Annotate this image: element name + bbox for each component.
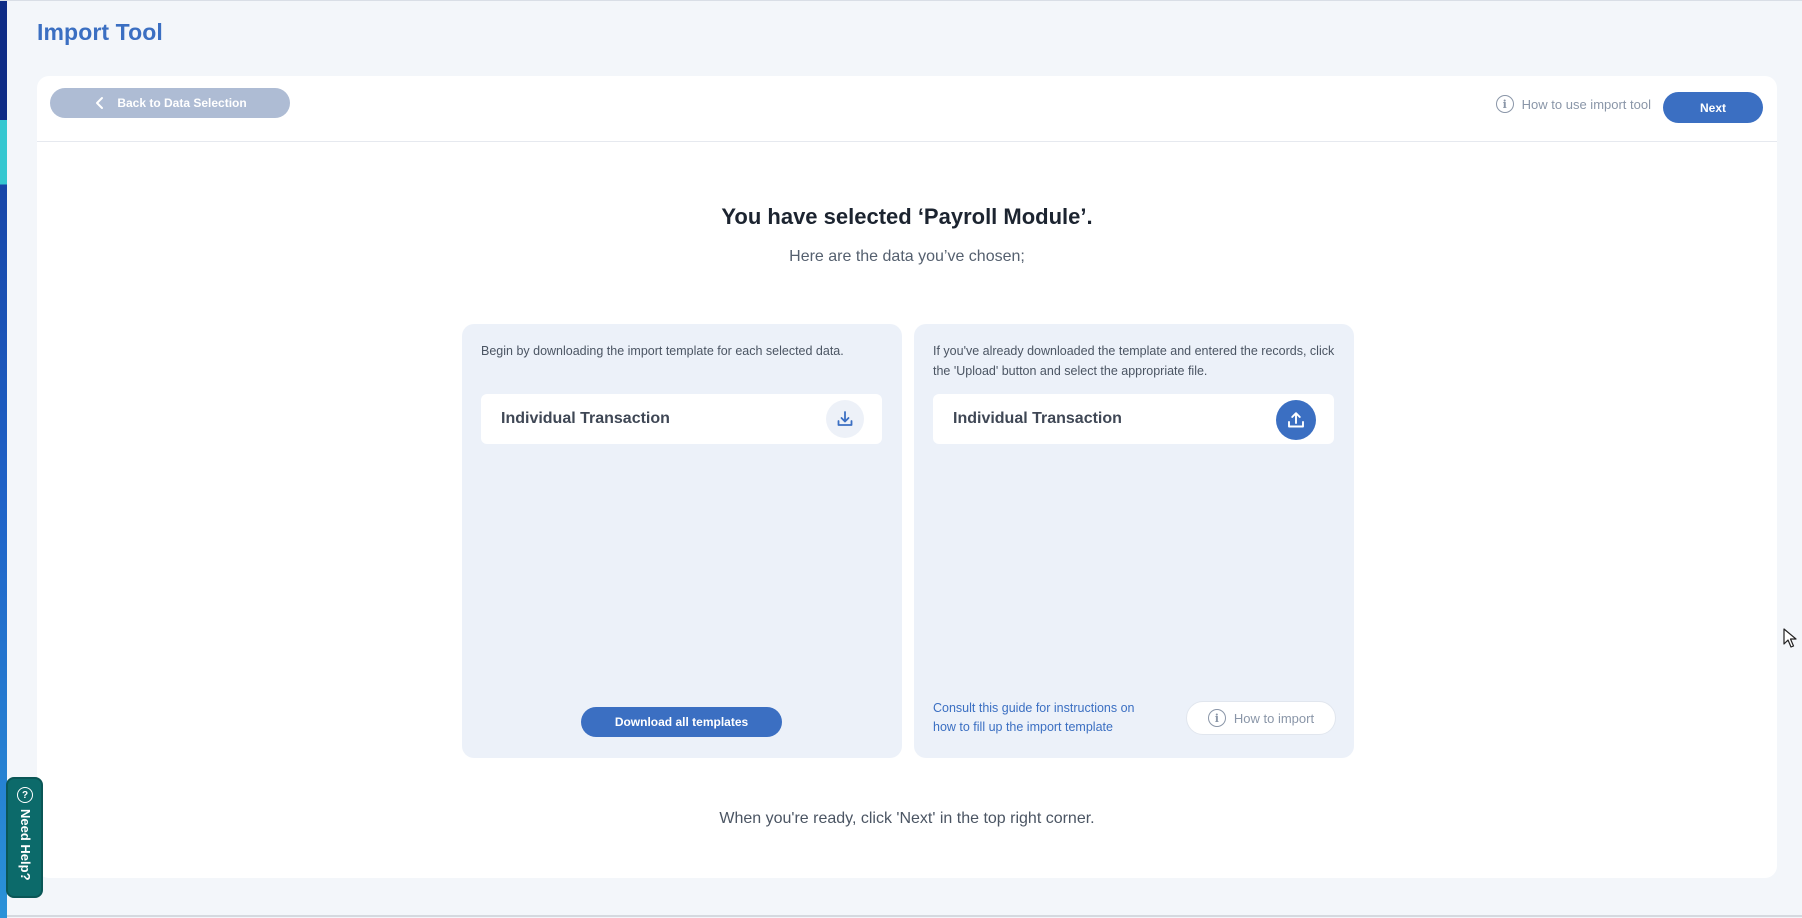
back-button-label: Back to Data Selection [117,96,247,110]
next-button[interactable]: Next [1663,92,1763,123]
how-to-import-button[interactable]: i How to import [1186,701,1336,735]
upload-panel: If you've already downloaded the templat… [914,324,1354,758]
app-frame: Import Tool Back to Data Selection i How… [0,0,1802,918]
back-to-data-selection-button[interactable]: Back to Data Selection [50,88,290,118]
import-card: Back to Data Selection i How to use impo… [37,76,1777,878]
download-panel-description: Begin by downloading the import template… [481,344,844,358]
download-all-templates-button[interactable]: Download all templates [581,707,782,737]
need-help-label: Need Help? [18,809,33,881]
info-icon: i [1495,95,1514,113]
download-icon [837,411,853,426]
chevron-left-icon [96,97,104,109]
how-to-import-label: How to import [1233,710,1315,726]
how-to-use-label: How to use import tool [1521,96,1651,112]
upload-item-label: Individual Transaction [953,410,1122,427]
mouse-cursor-icon [1783,628,1797,648]
upload-item-row: Individual Transaction [933,394,1334,444]
download-template-button[interactable] [826,400,864,438]
import-guide-link[interactable]: Consult this guide for instructions on h… [933,699,1153,737]
page-title: Import Tool [37,19,163,45]
upload-panel-description: If you've already downloaded the templat… [933,344,1335,378]
need-help-tab[interactable]: ? Need Help? [6,777,43,898]
upload-file-button[interactable] [1276,400,1316,440]
info-icon: i [1207,709,1226,727]
ready-instruction: When you're ready, click 'Next' in the t… [719,810,1095,827]
download-item-row: Individual Transaction [481,394,882,444]
how-to-use-import-tool-link[interactable]: i How to use import tool [1495,95,1651,113]
upload-icon [1288,412,1304,428]
download-panel: Begin by downloading the import template… [462,324,902,758]
toolbar: Back to Data Selection i How to use impo… [37,76,1777,142]
download-item-label: Individual Transaction [501,410,670,427]
selection-subheading: Here are the data you’ve chosen; [789,248,1025,265]
question-icon: ? [17,787,33,803]
selection-heading: You have selected ‘Payroll Module’. [721,204,1093,229]
